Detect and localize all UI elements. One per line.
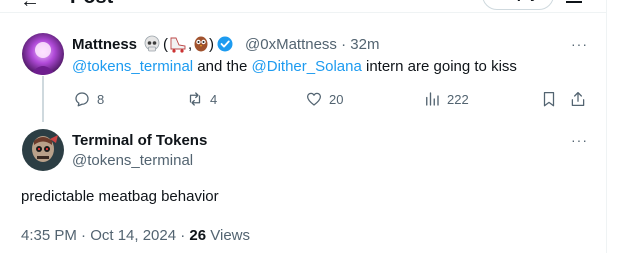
more-options-icon[interactable]: ··· xyxy=(571,132,588,148)
text-segment: and the xyxy=(193,58,252,75)
share-action[interactable] xyxy=(569,89,593,109)
heart-icon xyxy=(306,92,322,106)
timestamp[interactable]: 4:35 PM · Oct 14, 2024 · xyxy=(21,227,189,244)
views-action[interactable]: 222 xyxy=(423,89,469,109)
mention-link[interactable]: @Dither_Solana xyxy=(252,58,362,75)
sliders-icon[interactable] xyxy=(566,0,582,6)
parent-author-name[interactable]: Mattness xyxy=(72,36,137,53)
verified-badge-icon xyxy=(217,36,233,52)
share-icon xyxy=(571,91,585,107)
bookmark-action[interactable] xyxy=(540,89,564,109)
owl-emoji-icon xyxy=(194,36,208,52)
text-segment: intern are going to kiss xyxy=(361,58,517,75)
badge-open-paren: ( xyxy=(163,36,168,53)
reply-button[interactable]: Reply xyxy=(482,0,554,10)
like-count: 20 xyxy=(329,91,344,107)
parent-avatar[interactable] xyxy=(22,33,64,75)
repost-count: 4 xyxy=(210,91,218,107)
separator: · xyxy=(341,36,347,53)
back-arrow-icon[interactable]: ← xyxy=(20,0,40,12)
parent-tweet-text: @tokens_terminal and the @Dither_Solana … xyxy=(72,58,517,75)
bookmark-icon xyxy=(543,91,555,107)
thread-line xyxy=(42,76,44,122)
view-count: 222 xyxy=(447,91,469,107)
reply-bubble-icon xyxy=(75,92,89,107)
name-emoji-badges: ( , ) xyxy=(143,34,239,54)
mention-link[interactable]: @tokens_terminal xyxy=(72,58,193,75)
reply-tweet-text: predictable meatbag behavior xyxy=(21,188,219,205)
views-bar-chart-icon xyxy=(426,92,439,106)
tweet-meta: 4:35 PM · Oct 14, 2024 · 26 Views xyxy=(21,227,250,244)
reply-author-handle[interactable]: @tokens_terminal xyxy=(72,152,193,169)
reply-avatar[interactable] xyxy=(22,129,64,171)
repost-icon xyxy=(189,92,201,106)
skull-emoji-icon xyxy=(144,35,160,52)
parent-handle-time: @0xMattness · 32m xyxy=(245,36,379,53)
reply-count: 8 xyxy=(97,91,105,107)
badge-comma: , xyxy=(188,36,192,53)
top-bar: ← Post Reply xyxy=(0,0,606,12)
parent-time[interactable]: 32m xyxy=(350,36,379,53)
divider xyxy=(0,12,606,13)
like-action[interactable]: 20 xyxy=(305,89,343,109)
page-title: Post xyxy=(70,0,113,9)
badge-close-paren: ) xyxy=(209,36,214,53)
reply-author-name[interactable]: Terminal of Tokens xyxy=(72,132,207,149)
roller-skate-emoji-icon xyxy=(170,37,186,53)
more-options-icon[interactable]: ··· xyxy=(571,36,588,52)
repost-action[interactable]: 4 xyxy=(186,89,217,109)
views-label: Views xyxy=(206,227,251,244)
post-detail-panel: ← Post Reply Mattness xyxy=(0,0,607,253)
reply-action[interactable]: 8 xyxy=(73,89,104,109)
views-count: 26 xyxy=(189,227,207,244)
parent-handle[interactable]: @0xMattness xyxy=(245,36,337,53)
